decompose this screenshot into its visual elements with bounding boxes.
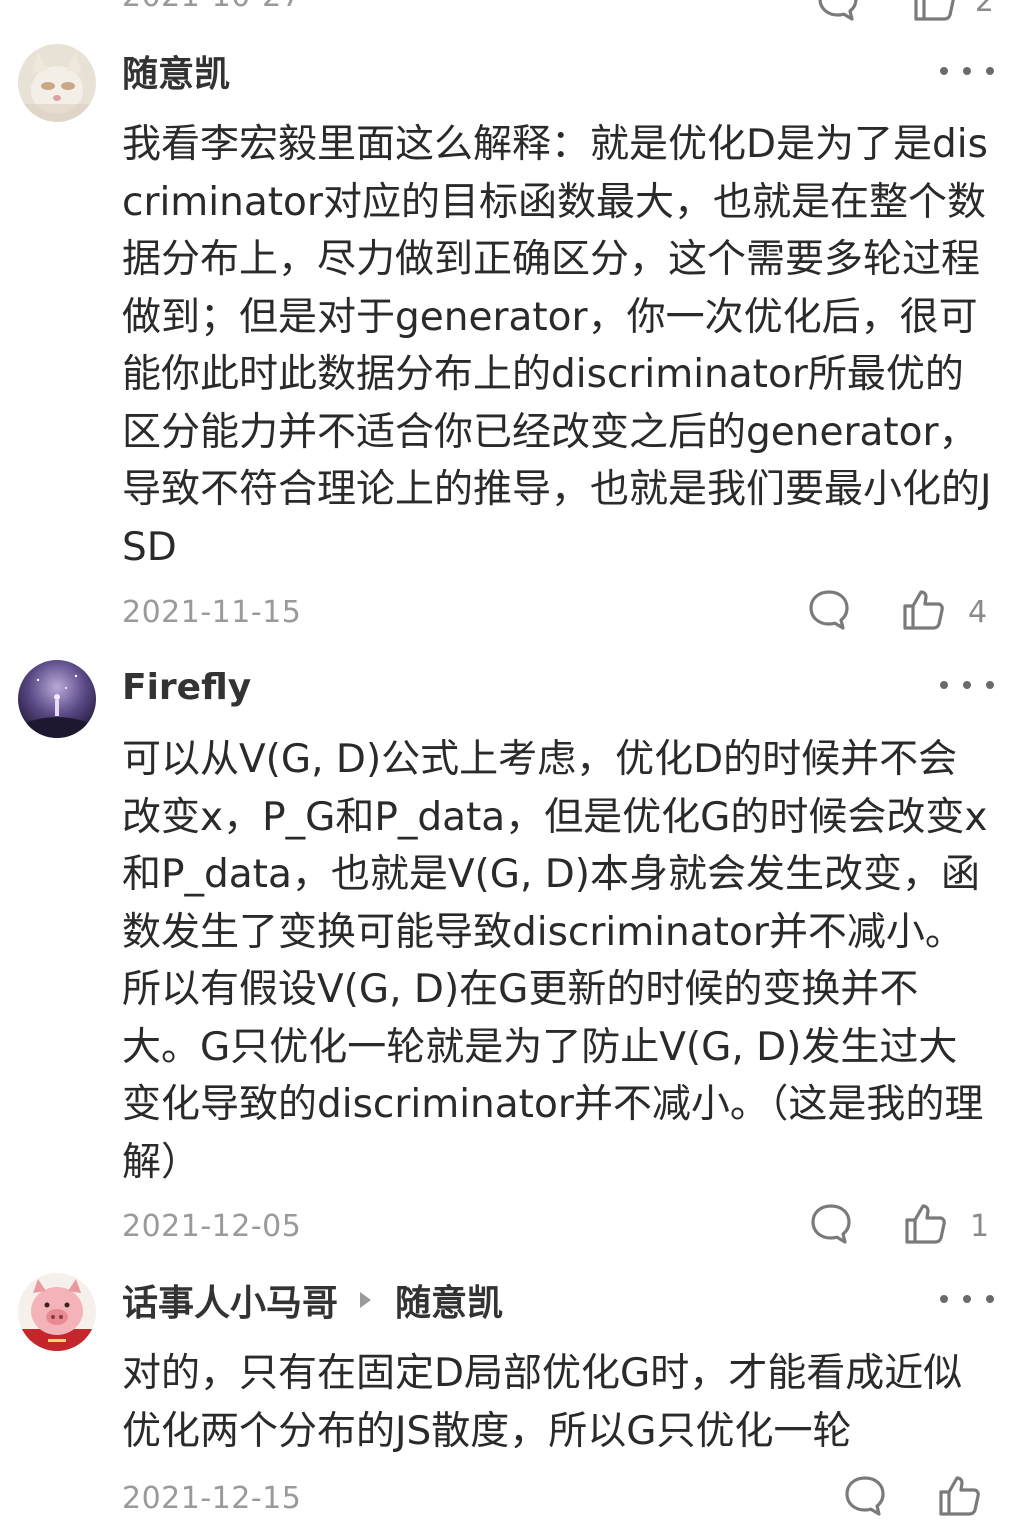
- speech-bubble-icon[interactable]: [815, 0, 861, 24]
- author-name[interactable]: Firefly: [122, 667, 251, 708]
- author-name[interactable]: 随意凯: [122, 45, 230, 97]
- comment-date: 2021-12-15: [122, 1481, 302, 1516]
- author-name[interactable]: 话事人小马哥: [122, 1274, 338, 1326]
- more-options-button[interactable]: [940, 59, 994, 83]
- avatar[interactable]: [18, 660, 96, 738]
- thumbs-up-icon[interactable]: [900, 587, 946, 633]
- comment-text: 对的，只有在固定D局部优化G时，才能看成近似优化两个分布的JS散度，所以G只优化…: [122, 1351, 963, 1454]
- comment-meta: 2021-12-15: [122, 1473, 994, 1523]
- avatar[interactable]: [18, 1273, 96, 1351]
- speech-bubble-icon[interactable]: [842, 1473, 888, 1519]
- like-count: 1: [970, 1209, 990, 1244]
- previous-comment-meta: 2021-10-27 2: [122, 0, 994, 21]
- thumbs-up-icon[interactable]: [936, 1473, 982, 1519]
- more-options-button[interactable]: [940, 673, 994, 697]
- author-row: Firefly: [122, 662, 251, 712]
- reply-to-name[interactable]: 随意凯: [395, 1274, 503, 1326]
- like-count: 4: [968, 595, 988, 630]
- reply-arrow-icon: [360, 1292, 372, 1308]
- avatar[interactable]: [18, 44, 96, 122]
- thumbs-up-icon[interactable]: [911, 0, 957, 24]
- comment-text: 可以从V(G, D)公式上考虑，优化D的时候并不会改变x，P_G和P_data，…: [122, 737, 988, 1185]
- speech-bubble-icon[interactable]: [806, 587, 852, 633]
- comment-meta: 2021-12-05 1: [122, 1201, 994, 1251]
- author-row: 话事人小马哥 随意凯: [122, 1275, 503, 1325]
- comment-meta: 2021-11-15 4: [122, 587, 994, 637]
- comment-actions: 2: [815, 0, 994, 24]
- thumbs-up-icon[interactable]: [902, 1201, 948, 1247]
- comment-date: 2021-12-05: [122, 1209, 302, 1244]
- more-options-button[interactable]: [940, 1287, 994, 1311]
- like-count: 2: [974, 0, 994, 19]
- comment-text: 我看李宏毅里面这么解释：就是优化D是为了是discriminator对应的目标函…: [122, 122, 992, 570]
- author-row: 随意凯: [122, 46, 230, 96]
- comment-date: 2021-10-27: [122, 0, 301, 14]
- speech-bubble-icon[interactable]: [808, 1201, 854, 1247]
- comment-date: 2021-11-15: [122, 595, 302, 630]
